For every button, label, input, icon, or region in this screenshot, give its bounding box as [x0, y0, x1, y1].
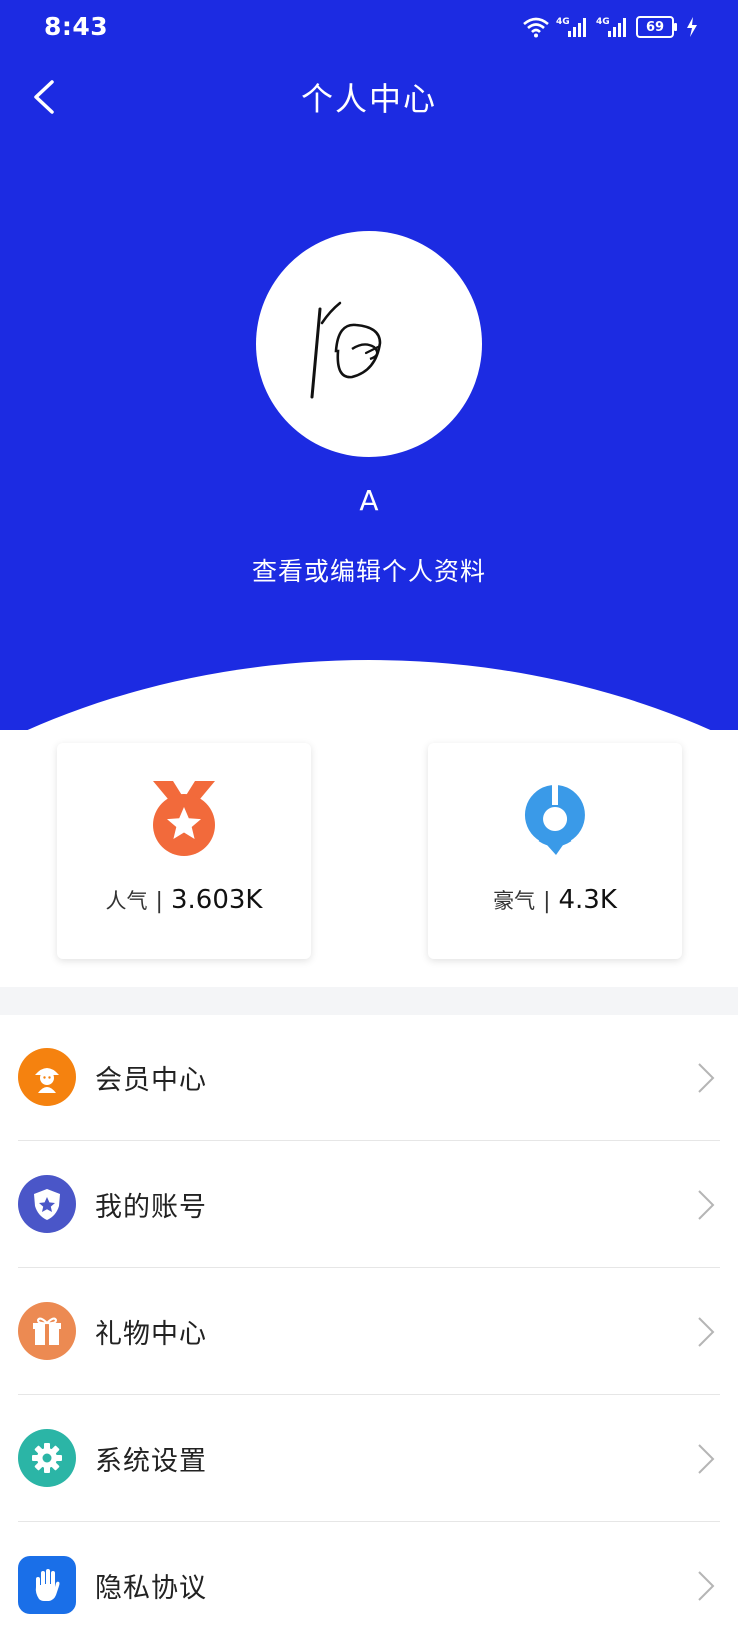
avatar[interactable] — [256, 231, 482, 457]
divider — [18, 1521, 720, 1522]
pin-ring-icon — [524, 785, 585, 855]
network-label-1: 4G — [556, 17, 570, 27]
divider — [18, 1267, 720, 1268]
menu-item-my-account[interactable]: 我的账号 — [0, 1142, 738, 1268]
chevron-right-icon — [698, 1063, 715, 1093]
gear-icon — [18, 1429, 76, 1487]
signature-avatar-image — [310, 301, 382, 399]
wifi-icon — [523, 17, 549, 38]
wealth-value: 4.3K — [558, 885, 617, 915]
wealth-card[interactable]: 豪气 | 4.3K — [428, 743, 682, 959]
chevron-right-icon — [698, 1317, 715, 1347]
section-separator — [0, 987, 738, 1015]
popularity-label: 人气 — [105, 889, 148, 913]
menu-label: 礼物中心 — [95, 1319, 207, 1350]
chevron-right-icon — [698, 1444, 715, 1474]
battery-indicator: 69 — [636, 16, 677, 38]
popularity-stat: 人气 | 3.603K — [57, 885, 311, 915]
network-label-2: 4G — [596, 17, 610, 27]
menu-item-privacy-policy[interactable]: 隐私协议 — [0, 1523, 738, 1649]
hand-icon — [18, 1556, 76, 1614]
chevron-right-icon — [698, 1571, 715, 1601]
signal-icon-2: 4G — [596, 17, 626, 37]
menu-item-gift-center[interactable]: 礼物中心 — [0, 1269, 738, 1395]
divider — [18, 1140, 720, 1141]
popularity-value: 3.603K — [170, 885, 263, 915]
medal-icon — [153, 781, 215, 856]
header-curve — [0, 660, 738, 730]
status-time: 8:43 — [44, 12, 109, 41]
status-bar: 8:43 4G 4G 69 — [0, 0, 738, 54]
signal-icon: 4G — [556, 17, 586, 37]
wealth-stat: 豪气 | 4.3K — [428, 885, 682, 915]
status-icons: 4G 4G 69 — [522, 12, 698, 42]
menu-label: 系统设置 — [95, 1446, 207, 1477]
member-icon — [18, 1048, 76, 1106]
wealth-separator: | — [543, 889, 551, 914]
edit-profile-link[interactable]: 查看或编辑个人资料 — [0, 552, 738, 588]
username: A — [359, 484, 379, 517]
gift-icon — [18, 1302, 76, 1360]
menu-label: 我的账号 — [95, 1192, 207, 1223]
menu-item-member-center[interactable]: 会员中心 — [0, 1015, 738, 1141]
popularity-separator: | — [155, 889, 163, 914]
wealth-label: 豪气 — [493, 889, 536, 913]
menu-item-system-settings[interactable]: 系统设置 — [0, 1396, 738, 1522]
charging-icon — [687, 17, 697, 37]
chevron-right-icon — [698, 1190, 715, 1220]
divider — [18, 1394, 720, 1395]
popularity-card[interactable]: 人气 | 3.603K — [57, 743, 311, 959]
account-shield-icon — [18, 1175, 76, 1233]
page-title: 个人中心 — [300, 80, 437, 118]
menu-label: 隐私协议 — [95, 1573, 207, 1604]
menu-label: 会员中心 — [95, 1065, 207, 1096]
